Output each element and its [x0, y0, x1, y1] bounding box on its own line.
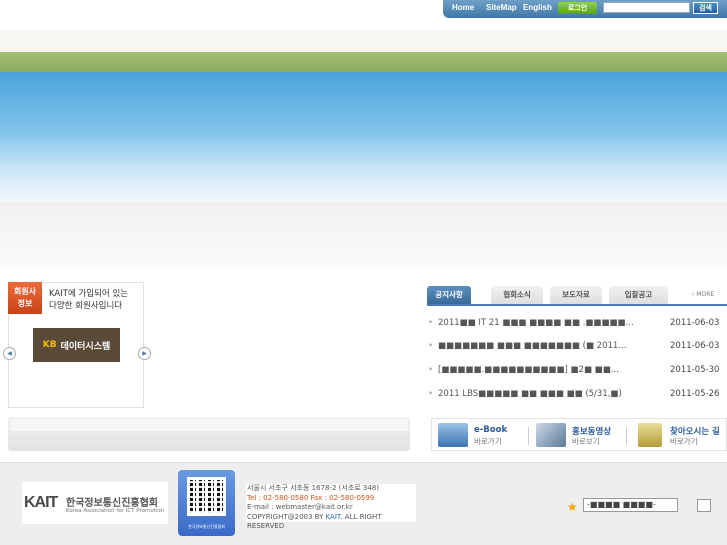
bullet-icon: •	[428, 365, 434, 375]
qr-caption: 한국정보통신진흥협회	[188, 524, 225, 529]
footer-address: 서울시 서초구 서초동 1678-2 (서초로 348)	[247, 484, 380, 492]
footer-copyright: COPYRIGHT@2003 BY KAIT. ALL RIGHT RESERV…	[247, 513, 416, 532]
search-input[interactable]	[603, 2, 690, 13]
next-arrow-icon[interactable]: ▶	[138, 347, 151, 360]
tab-underline	[427, 304, 727, 306]
kait-logo-korean: 한국정보통신진흥협회	[66, 498, 158, 509]
notice-row[interactable]: • 2011■■ IT 21 ■■■ ■■■■ ■■ .■■■■■... 201…	[428, 318, 727, 330]
gray-banner-bar	[8, 417, 410, 451]
notice-title[interactable]: 2011 LBS■■■■■ ■■ ■■■ ■■ (5/31,■)	[438, 389, 622, 399]
notice-date: 2011-06-03	[670, 341, 720, 351]
gray-banner-inner	[10, 419, 408, 431]
sitemap-link[interactable]: SiteMap	[486, 3, 517, 12]
footer-info: 서울시 서초구 서초동 1678-2 (서초로 348) Tel : 02-58…	[246, 484, 416, 530]
notice-date: 2011-05-30	[670, 365, 720, 375]
content-header-band	[0, 202, 727, 268]
footer-tel: Tel : 02-580-0580 Fax : 02-580-0599	[247, 493, 375, 502]
tab-notices[interactable]: 공지사항	[427, 286, 471, 304]
quick-links-bar: e-Book 바로가기 홍보동영상 바로보기 찾아오시는 길 바로가기	[431, 418, 727, 451]
ebook-title: e-Book	[474, 425, 508, 435]
english-link[interactable]: English	[523, 3, 552, 12]
family-site-go-button[interactable]	[697, 499, 711, 512]
promo-video-link[interactable]: 홍보동영상 바로보기	[534, 419, 629, 452]
bullet-icon: •	[428, 389, 434, 399]
kait-logo-english: Korea Association for ICT Promotion	[66, 508, 165, 514]
copyright-prefix: COPYRIGHT@2003 BY	[247, 512, 326, 521]
laptop-icon	[438, 423, 468, 447]
notice-title[interactable]: 2011■■ IT 21 ■■■ ■■■■ ■■ .■■■■■...	[438, 318, 634, 328]
more-link[interactable]: › MORE	[692, 291, 714, 298]
page: Home SiteMap English 로그인 검색 회원사 정보 KAIT에…	[0, 0, 727, 545]
member-company-logo[interactable]: KB 데이터시스템	[33, 328, 120, 362]
signpost-icon	[638, 423, 662, 447]
header-stripe	[0, 30, 727, 52]
tab-bid-notices[interactable]: 입찰공고	[609, 286, 668, 304]
search-button[interactable]: 검색	[693, 2, 718, 14]
copyright-brand: KAIT	[325, 512, 341, 521]
member-description: KAIT에 가입되어 있는 다양한 회원사입니다	[49, 288, 128, 312]
member-tag-line1: 회원사	[13, 287, 37, 296]
notice-row[interactable]: • 2011 LBS■■■■■ ■■ ■■■ ■■ (5/31,■) 2011-…	[428, 389, 727, 401]
member-logo-text: 데이터시스템	[60, 341, 111, 352]
notice-date: 2011-05-26	[670, 389, 720, 399]
video-icon	[536, 423, 566, 447]
promo-video-sub: 바로보기	[572, 437, 600, 446]
footer-email: E-mail : webmaster@kait.or.kr	[247, 503, 353, 511]
login-button[interactable]: 로그인	[558, 2, 597, 14]
family-site-select[interactable]: -■■■■ ■■■■-	[583, 498, 678, 512]
quick-divider	[626, 427, 627, 445]
bullet-icon: •	[428, 318, 434, 328]
quick-divider	[528, 427, 529, 445]
notice-date: 2011-06-03	[670, 318, 720, 328]
qr-code-box[interactable]: 한국정보통신진흥협회	[178, 470, 235, 536]
member-desc-line1: KAIT에 가입되어 있는	[49, 289, 129, 299]
directions-link[interactable]: 찾아오시는 길 바로가기	[636, 419, 726, 452]
bullet-icon: •	[428, 341, 434, 351]
home-link[interactable]: Home	[452, 3, 474, 12]
notice-row[interactable]: • ■■■■■■■ ■■■ ■■■■■■■ (■ 2011... 2011-06…	[428, 341, 727, 353]
member-tag: 회원사 정보	[8, 282, 42, 314]
star-icon: ★	[567, 500, 578, 514]
ebook-link[interactable]: e-Book 바로가기	[436, 419, 531, 452]
qr-code-icon	[187, 477, 226, 516]
kait-logo[interactable]: KAIT 한국정보통신진흥협회 Korea Association for IC…	[22, 482, 168, 524]
prev-arrow-icon[interactable]: ◀	[3, 347, 16, 360]
notice-title[interactable]: ■■■■■■■ ■■■ ■■■■■■■ (■ 2011...	[438, 341, 626, 351]
member-tag-line2: 정보	[17, 299, 33, 308]
member-desc-line2: 다양한 회원사입니다	[49, 301, 123, 311]
main-visual-banner	[0, 72, 727, 202]
kait-logo-text: KAIT	[24, 494, 58, 511]
directions-sub: 바로가기	[670, 437, 698, 446]
ebook-sub: 바로가기	[474, 437, 502, 446]
tab-press-releases[interactable]: 보도자료	[550, 286, 602, 304]
notice-row[interactable]: • [■■■■■.■■■■■■■■■■] ■2■ ■■... 2011-05-3…	[428, 365, 727, 377]
tab-association-news[interactable]: 협회소식	[491, 286, 543, 304]
member-logo-mark: KB	[42, 340, 57, 350]
main-menu-bar	[0, 52, 727, 72]
notice-title[interactable]: [■■■■■.■■■■■■■■■■] ■2■ ■■...	[438, 365, 619, 375]
